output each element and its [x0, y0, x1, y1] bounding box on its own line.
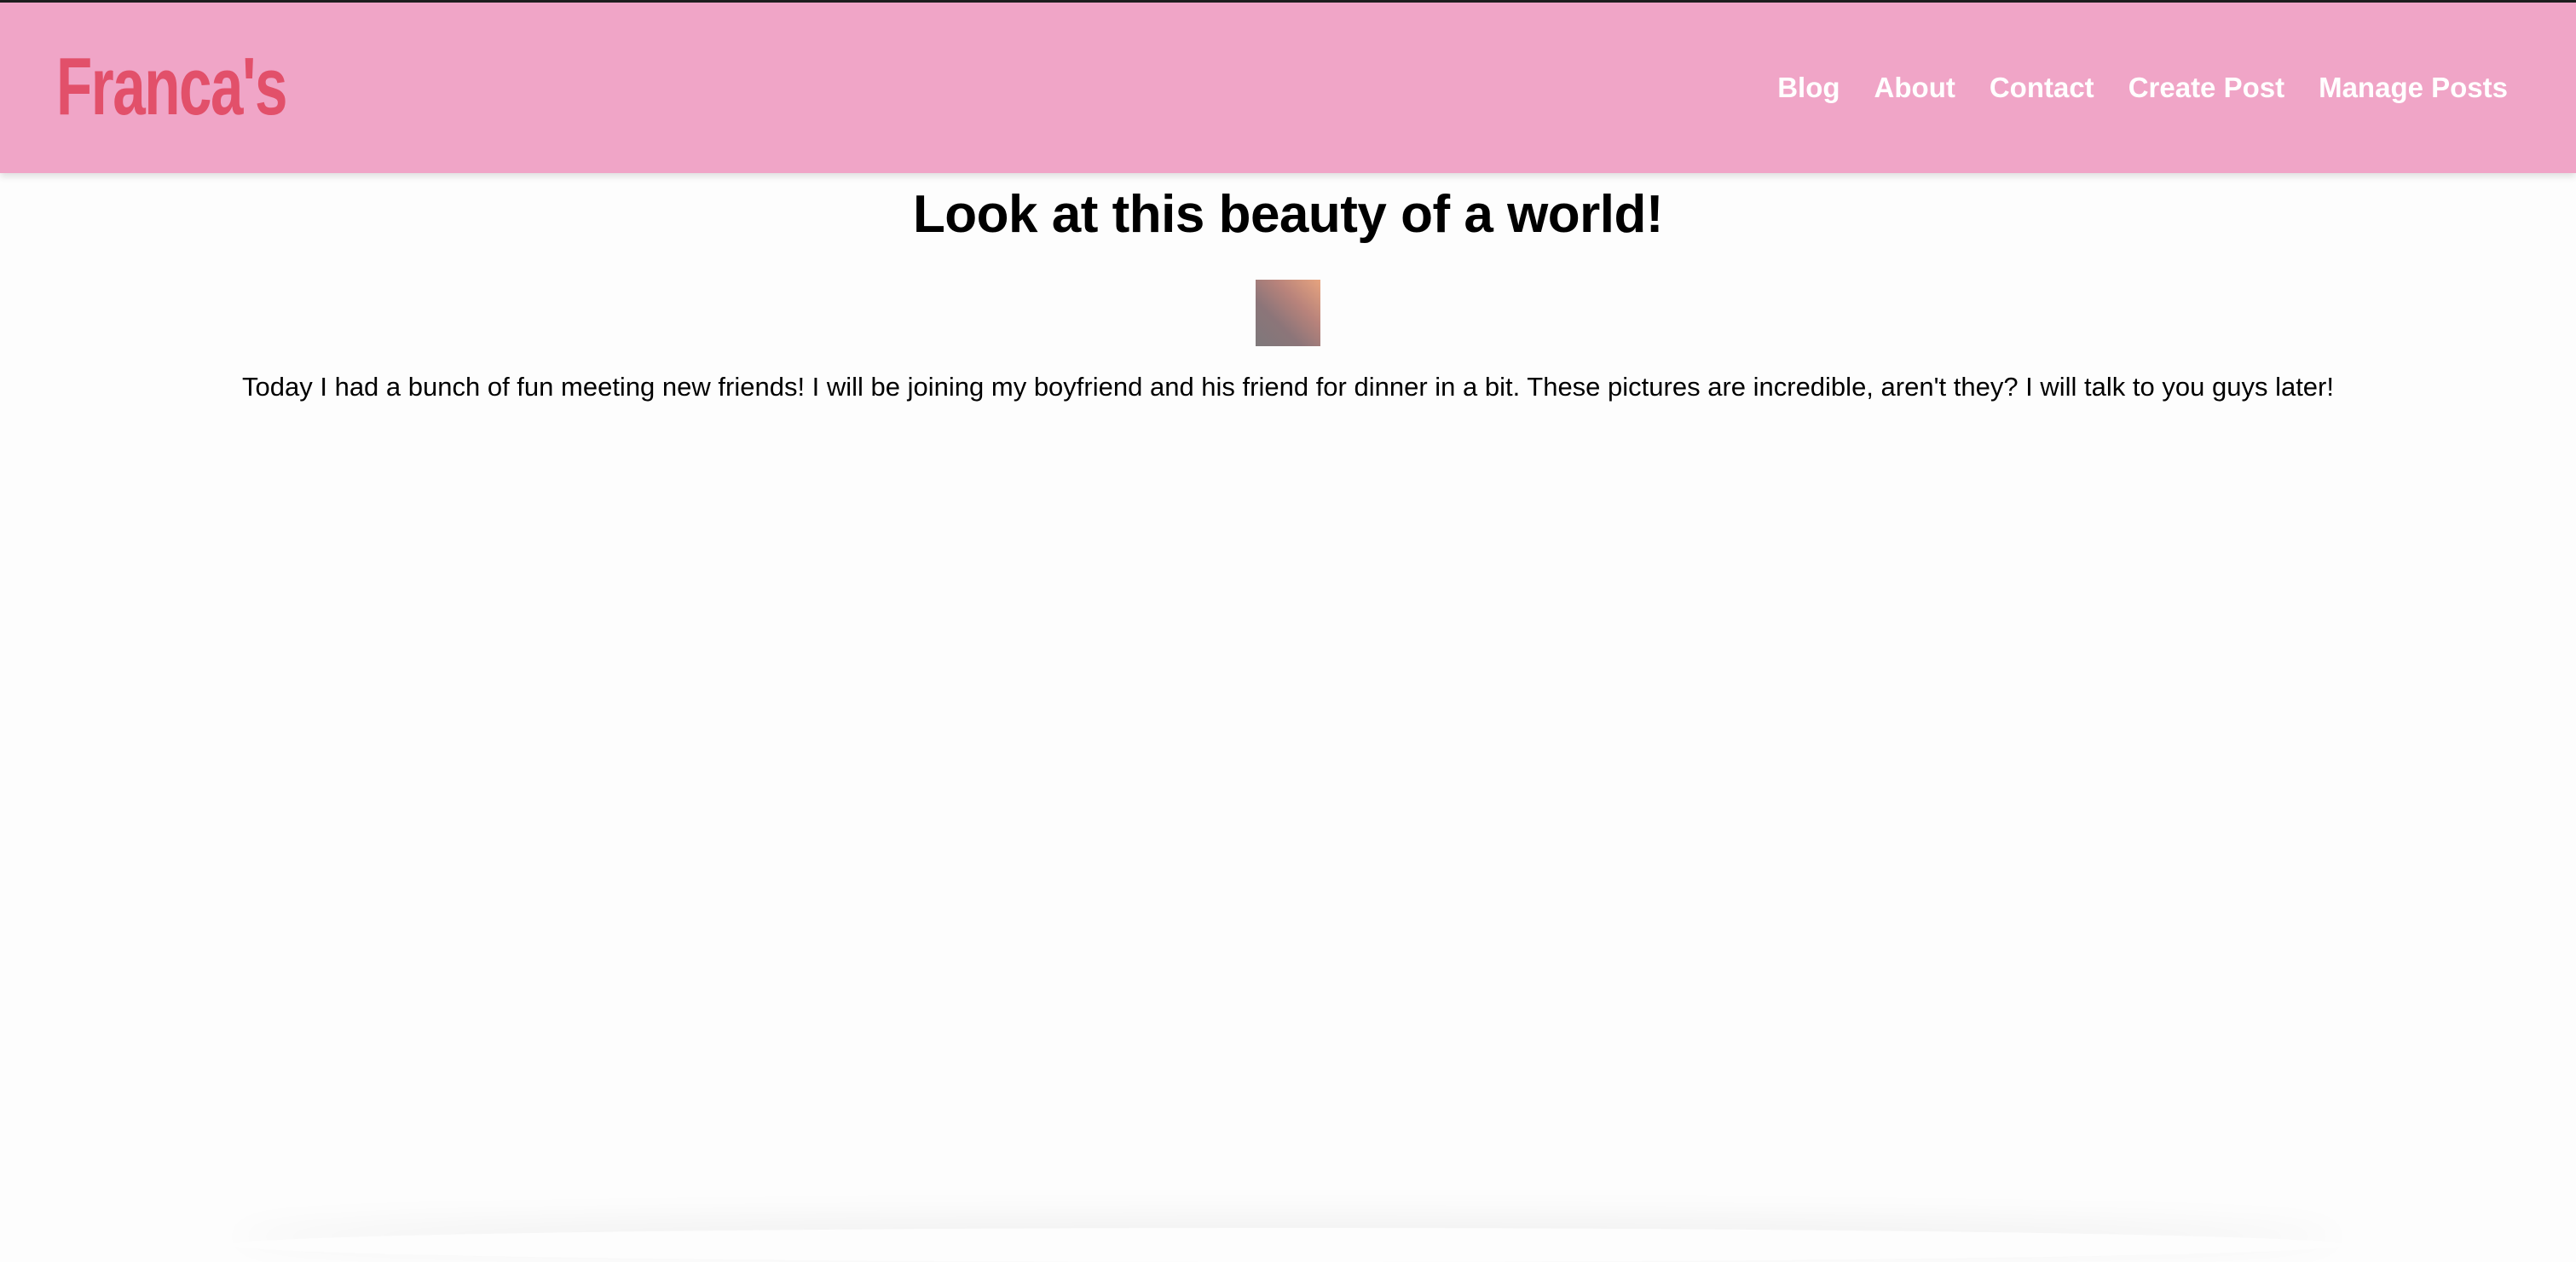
- post-image-container: [0, 280, 2576, 346]
- post-title: Look at this beauty of a world!: [912, 185, 1664, 244]
- nav-link-contact[interactable]: Contact: [1990, 72, 2094, 104]
- post-content: Look at this beauty of a world! Today I …: [0, 173, 2576, 404]
- post-image: [1256, 280, 1320, 346]
- nav-link-about[interactable]: About: [1874, 72, 1955, 104]
- main-nav: Blog About Contact Create Post Manage Po…: [1777, 3, 2508, 173]
- nav-link-create-post[interactable]: Create Post: [2128, 72, 2284, 104]
- nav-link-blog[interactable]: Blog: [1777, 72, 1840, 104]
- post-body: Today I had a bunch of fun meeting new f…: [242, 372, 2334, 402]
- footer-shadow: [230, 1228, 2344, 1262]
- nav-link-manage-posts[interactable]: Manage Posts: [2319, 72, 2508, 104]
- site-logo[interactable]: Franca's: [56, 37, 287, 137]
- site-header: Franca's Blog About Contact Create Post …: [0, 3, 2576, 173]
